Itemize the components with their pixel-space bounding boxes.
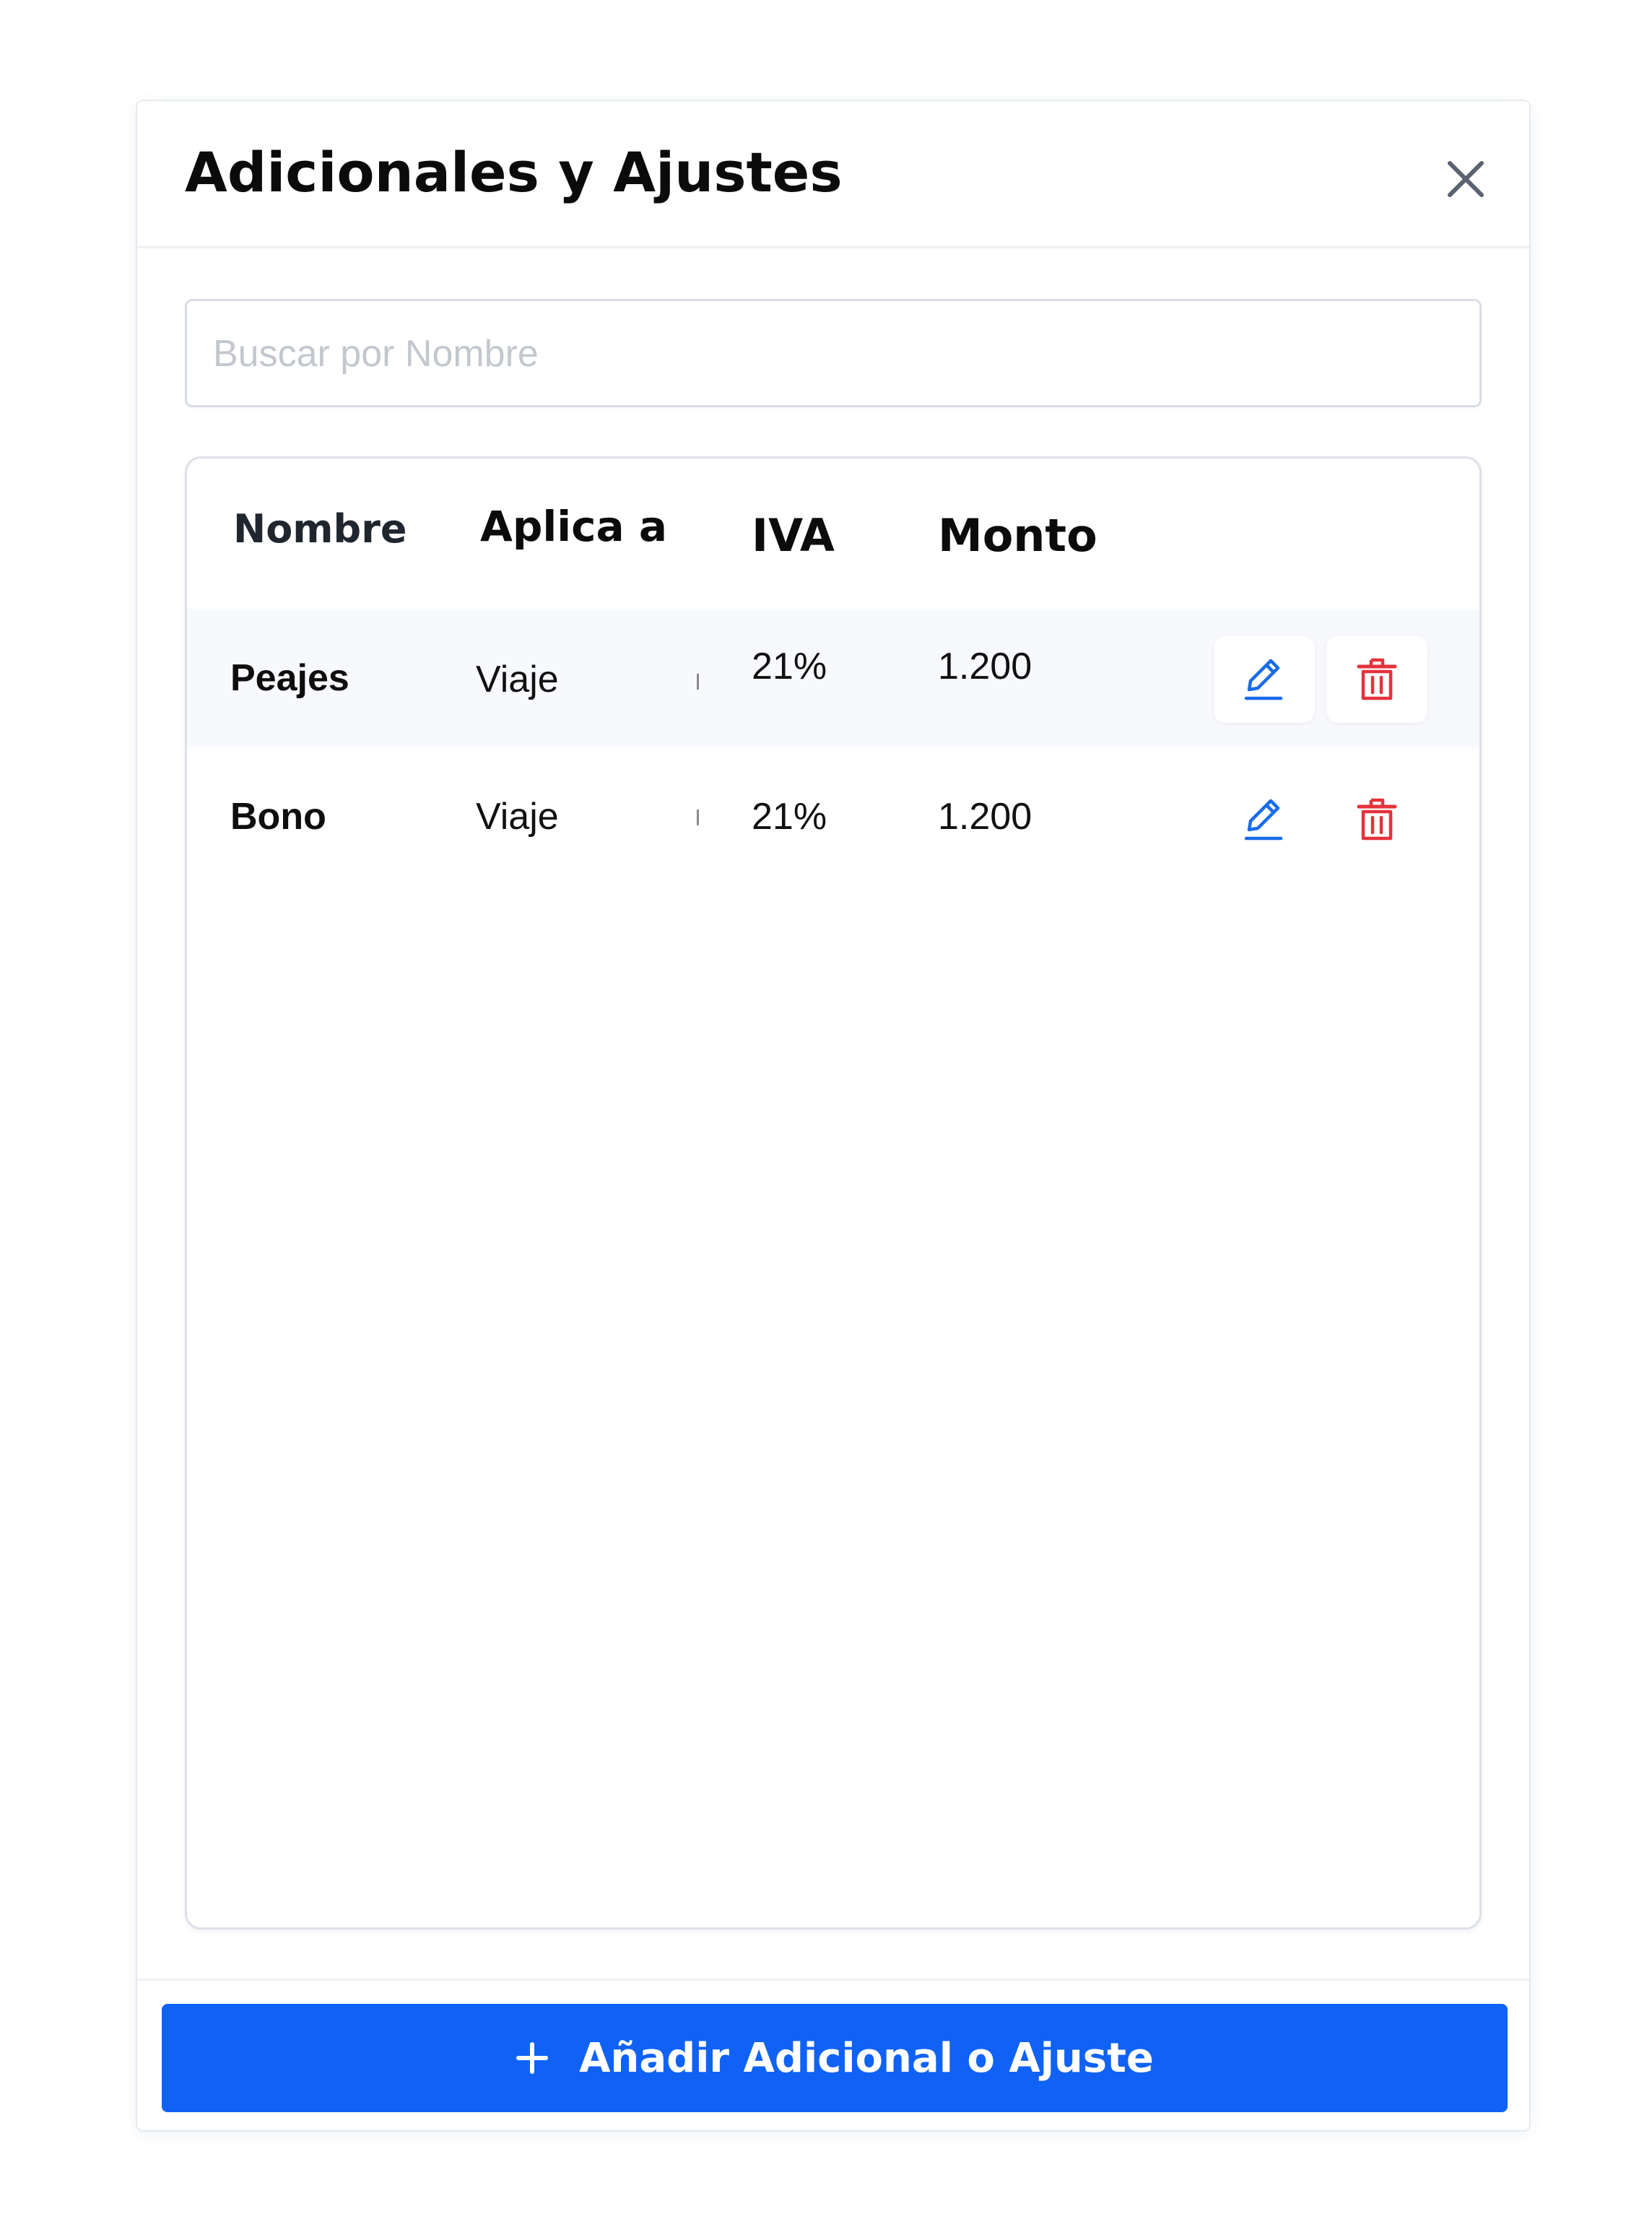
modal-header: Adicionales y Ajustes <box>137 101 1529 248</box>
delete-button[interactable] <box>1326 776 1427 863</box>
pencil-icon <box>1244 799 1283 841</box>
table-row: Peajes Viaje 21% 1.200 <box>187 609 1479 747</box>
trash-icon <box>1357 798 1397 841</box>
add-button-label: Añadir Adicional o Ajuste <box>579 2034 1154 2082</box>
add-adicional-button[interactable]: Añadir Adicional o Ajuste <box>162 2004 1508 2112</box>
trash-icon <box>1357 658 1397 700</box>
close-icon <box>1448 161 1484 197</box>
header-nombre: Nombre <box>233 506 407 552</box>
header-monto: Monto <box>938 509 1097 562</box>
table-card: Nombre Aplica a IVA Monto Peajes Viaje 2… <box>185 456 1482 1929</box>
close-button[interactable] <box>1437 150 1495 208</box>
row-applies-to: Viaje <box>476 659 559 700</box>
table-row: Bono Viaje 21% 1.200 <box>187 747 1479 886</box>
header-aplica-a: Aplica a <box>480 502 668 551</box>
row-amount: 1.200 <box>938 796 1032 838</box>
search-box <box>185 299 1482 407</box>
adicionales-modal: Adicionales y Ajustes Nombre Aplica a IV… <box>137 101 1529 2130</box>
row-name: Peajes <box>230 657 349 699</box>
delete-button[interactable] <box>1326 636 1427 723</box>
plus-icon <box>516 2041 549 2075</box>
column-divider-tick <box>697 809 699 825</box>
edit-button[interactable] <box>1214 776 1315 863</box>
row-amount: 1.200 <box>938 646 1032 687</box>
row-iva: 21% <box>752 796 827 838</box>
edit-button[interactable] <box>1214 636 1315 723</box>
search-input[interactable] <box>212 301 1442 407</box>
modal-title: Adicionales y Ajustes <box>185 140 843 204</box>
row-applies-to: Viaje <box>476 796 559 838</box>
row-iva: 21% <box>752 646 827 687</box>
pencil-icon <box>1244 659 1283 700</box>
header-iva: IVA <box>752 509 835 562</box>
modal-footer: Añadir Adicional o Ajuste <box>137 1979 1529 2130</box>
row-name: Bono <box>230 796 326 838</box>
column-divider-tick <box>697 674 699 690</box>
